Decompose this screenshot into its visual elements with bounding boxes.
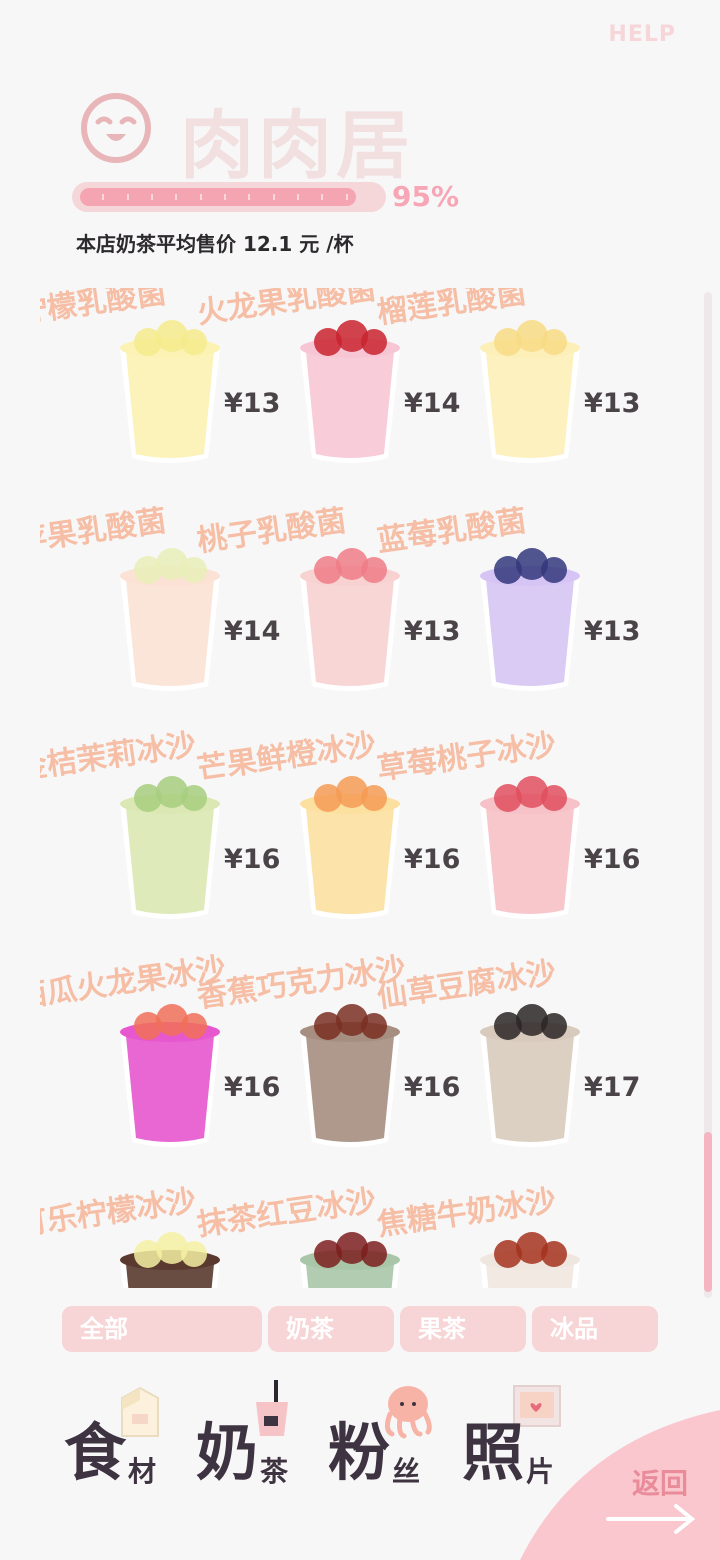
drink-cup-icon — [480, 1004, 580, 1147]
menu-item[interactable]: 火龙果乳酸菌 ¥14 — [195, 288, 460, 488]
menu-item[interactable]: 焦糖牛奶冰沙 — [375, 1183, 580, 1288]
nav-milk-tea-small: 茶 — [260, 1455, 289, 1488]
menu-item[interactable]: 仙草豆腐冰沙 ¥17 — [375, 955, 640, 1172]
shop-name: 肉肉居 — [180, 103, 414, 189]
drink-cup-icon — [480, 1232, 580, 1288]
menu-item-price: ¥17 — [584, 1072, 641, 1103]
menu-item[interactable]: 榴莲乳酸菌 ¥13 — [375, 288, 640, 488]
back-arrow-icon[interactable] — [606, 1502, 698, 1536]
progress-fill — [80, 188, 356, 206]
drink-cup-icon — [120, 320, 220, 463]
menu-item[interactable]: 苹果乳酸菌 ¥14 — [40, 503, 280, 716]
drink-cup-icon — [120, 548, 220, 691]
nav-fans-small: 丝 — [392, 1455, 421, 1488]
menu-item-price: ¥16 — [584, 844, 641, 875]
nav-fans[interactable]: 粉 丝 — [328, 1380, 458, 1490]
menu-item[interactable]: 西瓜火龙果冰沙 ¥16 — [40, 951, 280, 1172]
menu-item-price: ¥13 — [584, 616, 641, 647]
menu-item[interactable]: 芒果鲜橙冰沙 ¥16 — [195, 727, 460, 944]
menu-item[interactable]: 桃子乳酸菌 ¥13 — [195, 503, 460, 716]
back-corner-decoration — [520, 1410, 720, 1560]
menu-row: 苹果乳酸菌 ¥14 桃子乳酸菌 ¥13 蓝莓乳酸菌 ¥13 — [40, 503, 680, 746]
popularity-progress-bar — [72, 182, 386, 212]
shop-logo-face-icon — [81, 93, 151, 163]
drink-cup-icon — [300, 548, 400, 691]
nav-photos-big: 照 — [462, 1416, 525, 1489]
menu-row: 西瓜火龙果冰沙 ¥16 香蕉巧克力冰沙 ¥16 仙草豆腐冰沙 ¥17 — [40, 951, 680, 1202]
progress-percent-label: 95% — [392, 180, 460, 213]
drink-cup-icon — [300, 320, 400, 463]
menu-item[interactable]: 柠檬乳酸菌 ¥13 — [40, 288, 280, 488]
menu-row: 金桔茉莉冰沙 ¥16 芒果鲜橙冰沙 ¥16 草莓桃子冰沙 ¥16 — [40, 727, 680, 974]
menu-scrollbar[interactable] — [704, 292, 712, 1298]
drink-cup-icon — [480, 548, 580, 691]
drink-cup-icon — [120, 1004, 220, 1147]
nav-milk-tea-big: 奶 — [196, 1416, 259, 1489]
scrollbar-thumb[interactable] — [704, 1132, 712, 1292]
menu-item[interactable]: 可乐柠檬冰沙 — [40, 1183, 220, 1288]
drink-cup-icon — [300, 1004, 400, 1147]
drink-cup-icon — [300, 776, 400, 919]
filter-tab-fruit-tea[interactable]: 果茶 — [400, 1306, 526, 1352]
menu-row: 柠檬乳酸菌 ¥13 火龙果乳酸菌 ¥14 榴莲乳酸菌 ¥13 — [40, 288, 680, 518]
menu-item[interactable]: 香蕉巧克力冰沙 ¥16 — [195, 951, 460, 1172]
menu-item[interactable]: 蓝莓乳酸菌 ¥13 — [375, 503, 640, 716]
menu-grid: 柠檬乳酸菌 ¥13 火龙果乳酸菌 ¥14 榴莲乳酸菌 ¥13 苹果乳酸菌 ¥14 桃子乳酸菌 ¥1… — [40, 288, 680, 1288]
nav-ingredients-big: 食 — [64, 1416, 127, 1489]
filter-tab-all[interactable]: 全部 — [62, 1306, 262, 1352]
menu-row: 可乐柠檬冰沙 抹茶红豆冰沙 焦糖牛奶冰沙 — [40, 1183, 680, 1288]
menu-item[interactable]: 草莓桃子冰沙 ¥16 — [375, 727, 640, 944]
average-price-text: 本店奶茶平均售价 12.1 元 /杯 — [76, 232, 354, 256]
menu-item[interactable]: 抹茶红豆冰沙 — [195, 1183, 400, 1288]
filter-tab-ice[interactable]: 冰品 — [532, 1306, 658, 1352]
filter-tab-milk-tea[interactable]: 奶茶 — [268, 1306, 394, 1352]
nav-milk-tea[interactable]: 奶 茶 — [196, 1380, 326, 1490]
menu-item-price: ¥13 — [584, 388, 641, 419]
drink-cup-icon — [480, 776, 580, 919]
menu-item[interactable]: 金桔茉莉冰沙 ¥16 — [40, 727, 280, 944]
drink-cup-icon — [120, 776, 220, 919]
drink-cup-icon — [480, 320, 580, 463]
help-button[interactable]: HELP — [608, 22, 676, 47]
nav-ingredients-small: 材 — [128, 1455, 157, 1488]
back-button[interactable]: 返回 — [632, 1462, 688, 1502]
nav-ingredients[interactable]: 食 材 — [64, 1380, 194, 1490]
nav-fans-big: 粉 — [328, 1416, 391, 1489]
